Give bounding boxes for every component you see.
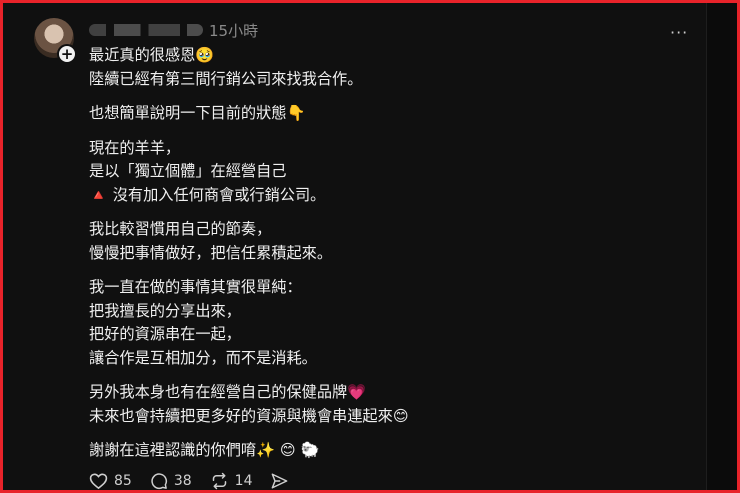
- post-text-line: 最近真的很感恩🥹: [89, 46, 215, 64]
- post-text-line: 是以「獨立個體」在經營自己: [89, 162, 287, 180]
- post-text-line: 🔺 沒有加入任何商會或行銷公司。: [89, 185, 326, 204]
- like-button[interactable]: 85: [89, 472, 132, 490]
- post-text-line: 慢慢把事情做好，把信任累積起來。: [89, 243, 332, 262]
- follow-button[interactable]: +: [57, 44, 77, 64]
- post-paragraph: 另外我本身也有在經營自己的保健品牌💗 未來也會持續把更多好的資源與機會串連起來😊: [89, 381, 649, 428]
- post-header: 15小時: [89, 19, 258, 41]
- comment-count: 38: [173, 473, 192, 489]
- post-paragraph: 謝謝在這裡認識的你們唷✨ 😊 🐑: [89, 439, 649, 463]
- post-text-line: 謝謝在這裡認識的你們唷✨ 😊 🐑: [89, 441, 320, 459]
- plus-icon: +: [59, 45, 75, 63]
- post-text-line: 未來也會持續把更多好的資源與機會串連起來😊: [89, 406, 409, 425]
- post-text-line: 把我擅長的分享出來，: [89, 301, 241, 320]
- post-text-line: 陸續已經有第三間行銷公司來找我合作。: [89, 69, 363, 88]
- post-paragraph: 最近真的很感恩🥹 陸續已經有第三間行銷公司來找我合作。: [89, 44, 649, 91]
- comment-button[interactable]: 38: [150, 472, 192, 490]
- post-time: 15小時: [209, 21, 259, 40]
- post-paragraph: 我一直在做的事情其實很單純： 把我擅長的分享出來， 把好的資源串在一起， 讓合作是互相…: [89, 276, 649, 370]
- post-text-line: 我一直在做的事情其實很單純：: [89, 278, 302, 296]
- heart-icon: [89, 473, 108, 490]
- send-icon: [272, 473, 288, 489]
- repost-count: 14: [234, 473, 253, 489]
- post-paragraph: 也想簡單說明一下目前的狀態👇: [89, 102, 649, 126]
- post-body: 最近真的很感恩🥹 陸續已經有第三間行銷公司來找我合作。 也想簡單說明一下目前的狀態👇…: [89, 44, 649, 474]
- repost-button[interactable]: 14: [210, 472, 253, 490]
- blurred-username[interactable]: [89, 24, 203, 36]
- like-count: 85: [114, 473, 132, 489]
- more-options-icon[interactable]: ···: [670, 23, 688, 42]
- post-text-line: 也想簡單說明一下目前的狀態👇: [89, 104, 306, 122]
- share-button[interactable]: [270, 472, 295, 490]
- post-text-line: 讓合作是互相加分，而不是消耗。: [89, 348, 317, 367]
- post-paragraph: 現在的羊羊， 是以「獨立個體」在經營自己 🔺 沒有加入任何商會或行銷公司。: [89, 137, 649, 208]
- action-bar: 85 38 14: [89, 472, 313, 490]
- post-paragraph: 我比較習慣用自己的節奏， 慢慢把事情做好，把信任累積起來。: [89, 218, 649, 265]
- scrollbar-track[interactable]: [706, 3, 737, 490]
- repost-icon: [212, 472, 226, 490]
- post-frame: + 15小時 ··· 最近真的很感恩🥹 陸續已經有第三間行銷公司來找我合作。 也想簡…: [3, 3, 737, 490]
- comment-icon: [151, 473, 167, 490]
- post-text-line: 現在的羊羊，: [89, 138, 181, 157]
- post-text-line: 另外我本身也有在經營自己的保健品牌💗: [89, 383, 367, 401]
- post-text-line: 我比較習慣用自己的節奏，: [89, 220, 272, 238]
- post-text-line: 把好的資源串在一起，: [89, 325, 241, 343]
